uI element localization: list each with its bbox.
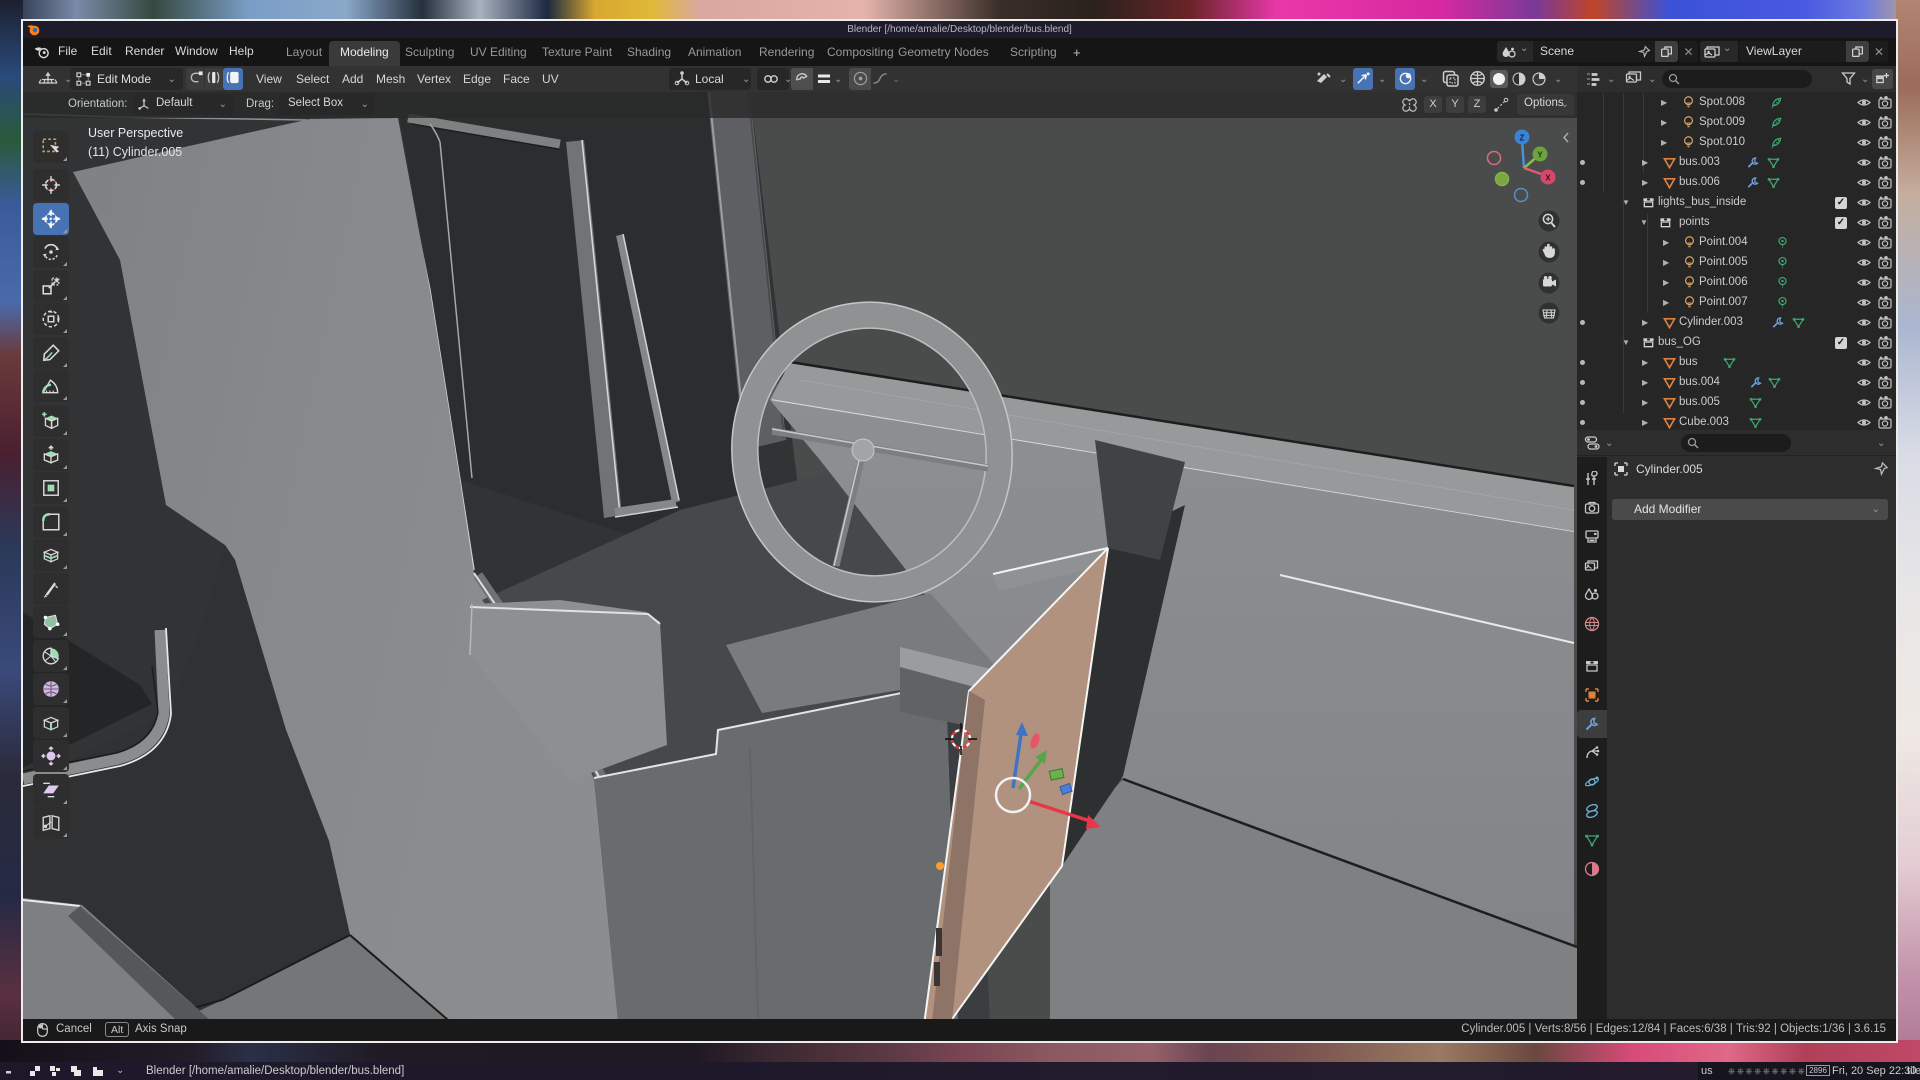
svg-text:Z: Z [1520, 134, 1525, 143]
svg-text:X: X [1545, 174, 1551, 183]
svg-text:Y: Y [1537, 151, 1543, 160]
svg-text:User Perspective: User Perspective [88, 126, 183, 140]
svg-text:(11) Cylinder.005: (11) Cylinder.005 [88, 145, 182, 159]
